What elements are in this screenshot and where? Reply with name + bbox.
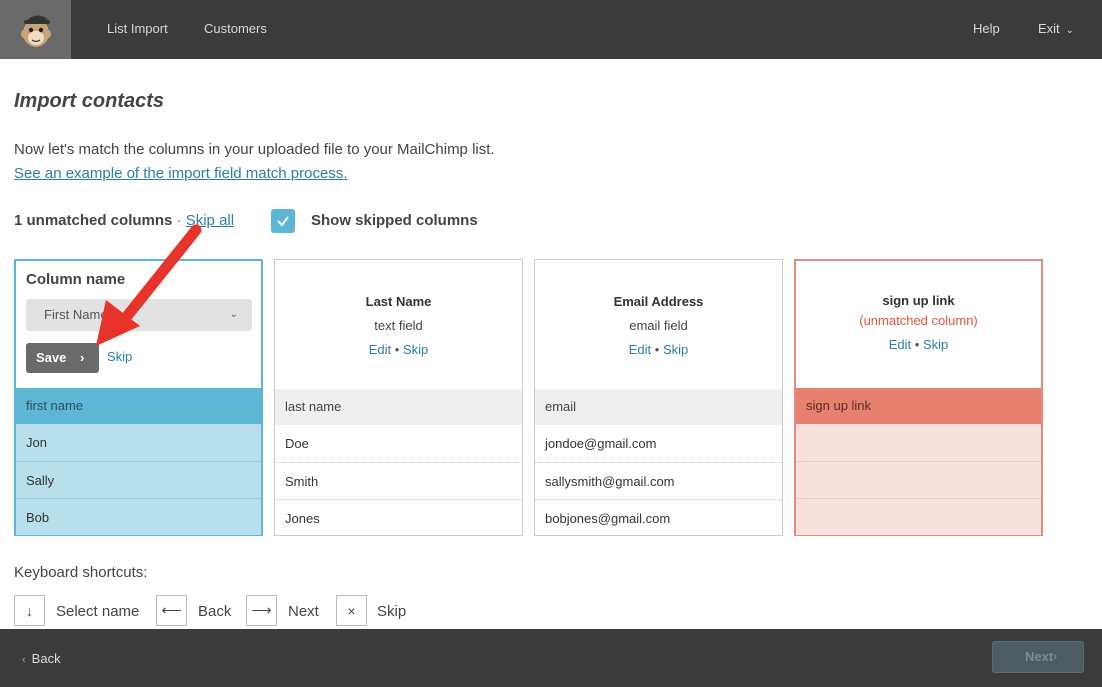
field-name: sign up link xyxy=(882,293,955,308)
chevron-left-icon: ‹ xyxy=(22,654,26,666)
nav-list-import[interactable]: List Import xyxy=(107,21,168,36)
bottom-action-bar: ‹ Back Next › xyxy=(0,629,1102,687)
table-row: Jones xyxy=(275,499,522,536)
table-row: Jon xyxy=(16,424,261,461)
left-arrow-key-icon: ⟵ xyxy=(156,595,187,626)
separator: · xyxy=(176,212,182,229)
save-label: Save xyxy=(36,350,67,365)
page-title: Import contacts xyxy=(14,90,165,112)
dot-separator: • xyxy=(914,337,920,352)
top-navigation-bar: List Import Customers Help Exit ⌄ xyxy=(0,0,1102,59)
table-row: sallysmith@gmail.com xyxy=(535,462,782,499)
checkmark-icon xyxy=(277,216,289,227)
table-row xyxy=(796,461,1041,498)
right-arrow-key-icon: ⟶ xyxy=(246,595,277,626)
column-card-last-name: Last Name text field Edit • Skip last na… xyxy=(274,259,523,536)
next-label: Next xyxy=(1025,649,1054,664)
column-card-sign-up-link: sign up link (unmatched column) Edit • S… xyxy=(794,259,1043,536)
chevron-right-icon: › xyxy=(80,350,85,365)
shortcut-label: Back xyxy=(198,603,232,620)
shortcut-label: Select name xyxy=(56,603,140,620)
dot-separator: • xyxy=(394,342,400,357)
table-row: bobjones@gmail.com xyxy=(535,499,782,536)
chevron-right-icon: › xyxy=(1053,651,1057,663)
chevron-down-icon: ⌄ xyxy=(1065,25,1075,36)
card-actions: Edit • Skip xyxy=(796,337,1041,352)
example-link[interactable]: See an example of the import field match… xyxy=(14,165,348,182)
next-button[interactable]: Next › xyxy=(992,641,1084,673)
skip-link[interactable]: Skip xyxy=(403,342,428,357)
unmatched-count: 1 unmatched columns xyxy=(14,212,173,229)
back-button[interactable]: ‹ Back xyxy=(22,651,61,666)
table-row xyxy=(796,498,1041,535)
column-card-first-name: Column name First Name ⌄ Save › Skip fir… xyxy=(14,259,263,536)
close-key-icon: × xyxy=(336,595,367,626)
nav-customers[interactable]: Customers xyxy=(204,21,267,36)
table-row xyxy=(796,424,1041,461)
edit-link[interactable]: Edit xyxy=(889,337,911,352)
column-header: last name xyxy=(275,389,522,425)
keyboard-shortcuts-title: Keyboard shortcuts: xyxy=(14,564,148,581)
shortcut-label: Next xyxy=(288,603,319,620)
edit-link[interactable]: Edit xyxy=(629,342,651,357)
card-actions: Edit • Skip xyxy=(275,342,522,357)
exit-label: Exit xyxy=(1038,21,1060,36)
dot-separator: • xyxy=(654,342,660,357)
unmatched-note: (unmatched column) xyxy=(859,313,978,328)
skip-link[interactable]: Skip xyxy=(923,337,948,352)
show-skipped-checkbox[interactable] xyxy=(271,209,295,233)
intro-text: Now let's match the columns in your uplo… xyxy=(14,141,495,158)
table-row: Sally xyxy=(16,461,261,498)
mailchimp-logo-icon[interactable] xyxy=(0,0,71,59)
field-name: Last Name xyxy=(365,294,432,309)
column-header: sign up link xyxy=(796,388,1041,424)
column-card-email: Email Address email field Edit • Skip em… xyxy=(534,259,783,536)
card-head: sign up link (unmatched column) Edit • S… xyxy=(796,261,1041,390)
down-arrow-key-icon: ↓ xyxy=(14,595,45,626)
field-select-value: First Name xyxy=(44,307,108,322)
skip-link[interactable]: Skip xyxy=(663,342,688,357)
field-name: Email Address xyxy=(613,294,704,309)
exit-menu[interactable]: Exit ⌄ xyxy=(1038,21,1074,36)
skip-all-link[interactable]: Skip all xyxy=(186,212,234,229)
show-skipped-label[interactable]: Show skipped columns xyxy=(311,212,478,229)
table-row: Smith xyxy=(275,462,522,499)
help-link[interactable]: Help xyxy=(973,21,1000,36)
table-row: Doe xyxy=(285,436,309,451)
save-button[interactable]: Save › xyxy=(26,343,99,373)
card-head: Last Name text field Edit • Skip xyxy=(275,260,522,389)
shortcut-label: Skip xyxy=(377,603,407,620)
card-head: Column name First Name ⌄ Save › Skip xyxy=(16,261,261,390)
column-header: email xyxy=(535,389,782,425)
table-row: Bob xyxy=(16,498,261,535)
card-actions: Edit • Skip xyxy=(535,342,782,357)
edit-link[interactable]: Edit xyxy=(369,342,391,357)
card-head: Email Address email field Edit • Skip xyxy=(535,260,782,389)
field-select[interactable]: First Name ⌄ xyxy=(26,299,252,331)
table-row: jondoe@gmail.com xyxy=(545,436,657,451)
back-label: Back xyxy=(31,651,61,666)
column-name-label: Column name xyxy=(26,271,126,288)
field-type: email field xyxy=(629,318,688,333)
chevron-down-icon: ⌄ xyxy=(229,309,238,320)
column-header: first name xyxy=(16,388,261,424)
unmatched-summary: 1 unmatched columns · Skip all xyxy=(14,212,234,229)
field-type: text field xyxy=(374,318,423,333)
skip-link[interactable]: Skip xyxy=(107,349,132,364)
